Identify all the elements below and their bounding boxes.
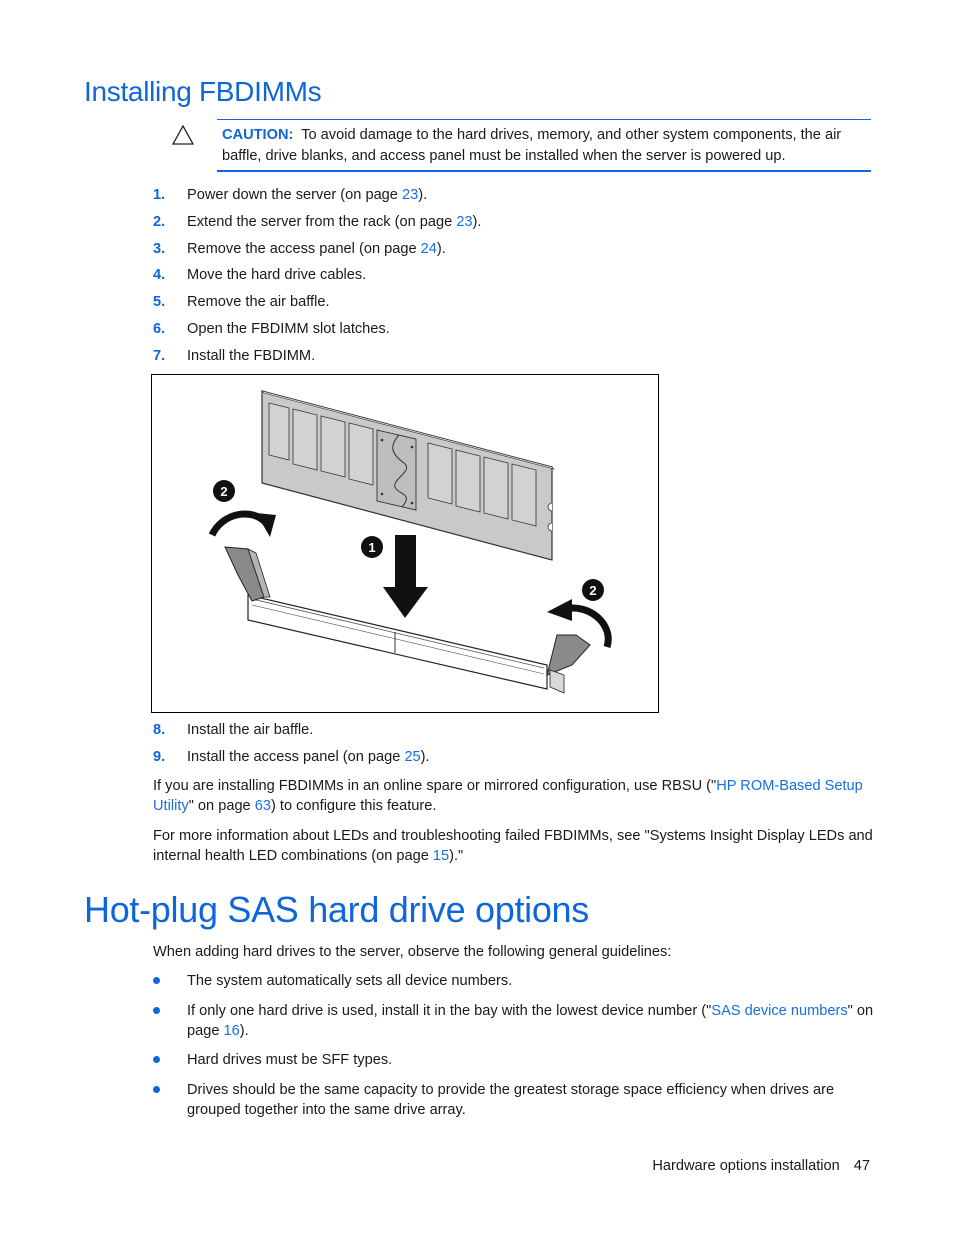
para-text: ).": [449, 848, 464, 864]
step-text: Extend the server from the rack (on page: [187, 214, 457, 230]
bullet-icon: [153, 1056, 160, 1063]
step-number: 2.: [153, 214, 166, 230]
page-number: 47: [853, 1158, 870, 1174]
step-text: Power down the server (on page: [187, 187, 402, 203]
step-text-end: ).: [472, 214, 482, 230]
arrow-head: [547, 599, 572, 621]
sas-device-numbers-link[interactable]: SAS device numbers: [711, 1003, 847, 1019]
arrow-head: [256, 513, 276, 537]
bullet-text: The system automatically sets all device…: [187, 973, 513, 989]
caution-message: To avoid damage to the hard drives, memo…: [222, 127, 842, 164]
fbdimm-install-figure: 1 2 2: [151, 374, 659, 713]
step-6: 6. Open the FBDIMM slot latches.: [153, 320, 390, 338]
caution-label: CAUTION:: [222, 127, 294, 143]
page-link-15[interactable]: 15: [433, 848, 449, 864]
step-3: 3. Remove the access panel (on page 24).: [153, 240, 446, 258]
callout-2-left: 2: [213, 480, 235, 502]
step-text: Install the FBDIMM.: [187, 348, 316, 364]
step-5: 5. Remove the air baffle.: [153, 293, 330, 311]
page-link-63[interactable]: 63: [255, 798, 271, 814]
para-text: ) to configure this feature.: [270, 798, 437, 814]
step-text: Remove the access panel (on page: [187, 241, 421, 257]
step-text: Install the air baffle.: [187, 722, 314, 738]
step-4: 4. Move the hard drive cables.: [153, 266, 366, 284]
section-title-hot-plug-sas: Hot-plug SAS hard drive options: [84, 889, 589, 930]
step-1: 1. Power down the server (on page 23).: [153, 186, 427, 204]
bullet-text: Drives should be the same capacity to pr…: [187, 1082, 835, 1118]
step-number: 9.: [153, 749, 166, 765]
step-7: 7. Install the FBDIMM.: [153, 347, 315, 365]
step-number: 3.: [153, 241, 166, 257]
bullet-text: Hard drives must be SFF types.: [187, 1052, 393, 1068]
svg-text:2: 2: [220, 484, 227, 499]
step-text: Remove the air baffle.: [187, 294, 330, 310]
page-link-24[interactable]: 24: [421, 241, 437, 257]
page-link-23[interactable]: 23: [402, 187, 418, 203]
bullet-text: If only one hard drive is used, install …: [187, 1001, 877, 1041]
step-9: 9. Install the access panel (on page 25).: [153, 748, 430, 766]
fbdimm-illustration: 1 2 2: [208, 390, 612, 694]
step-text-end: ).: [436, 241, 446, 257]
insert-arrow: [383, 535, 428, 618]
bullet-icon: [153, 1007, 160, 1014]
step-number: 8.: [153, 722, 166, 738]
step-text: Open the FBDIMM slot latches.: [187, 321, 390, 337]
rbsu-paragraph: If you are installing FBDIMMs in an onli…: [153, 776, 873, 816]
step-2: 2. Extend the server from the rack (on pa…: [153, 213, 481, 231]
section-title-installing-fbdimms: Installing FBDIMMs: [84, 76, 322, 107]
page-link-23[interactable]: 23: [456, 214, 472, 230]
svg-text:1: 1: [368, 540, 375, 555]
bullet-text-part: ).: [239, 1023, 249, 1039]
step-text-end: ).: [420, 749, 430, 765]
close-latch-arrow-left: [208, 510, 269, 537]
step-number: 5.: [153, 294, 166, 310]
callout-1: 1: [361, 536, 383, 558]
bullet-icon: [153, 1086, 160, 1093]
footer-chapter: Hardware options installation: [652, 1158, 840, 1174]
para-text: " on page: [188, 798, 255, 814]
page-link-25[interactable]: 25: [404, 749, 420, 765]
fbdimm-module: [261, 390, 555, 561]
caution-text-block: CAUTION: To avoid damage to the hard dri…: [222, 125, 870, 166]
step-text-end: ).: [418, 187, 428, 203]
step-number: 4.: [153, 267, 166, 283]
svg-text:2: 2: [589, 583, 596, 598]
sas-intro: When adding hard drives to the server, o…: [153, 944, 672, 960]
step-number: 7.: [153, 348, 166, 364]
page-footer: Hardware options installation 47: [652, 1158, 870, 1174]
para-text: For more information about LEDs and trou…: [153, 828, 873, 864]
para-text: If you are installing FBDIMMs in an onli…: [153, 778, 717, 794]
callout-2-right: 2: [582, 579, 604, 601]
step-text: Move the hard drive cables.: [187, 267, 367, 283]
step-8: 8. Install the air baffle.: [153, 721, 313, 739]
step-number: 6.: [153, 321, 166, 337]
caution-icon: [172, 125, 194, 145]
step-number: 1.: [153, 187, 166, 203]
step-text: Install the access panel (on page: [187, 749, 405, 765]
caution-box: CAUTION: To avoid damage to the hard dri…: [217, 119, 871, 172]
bullet-text-part: If only one hard drive is used, install …: [187, 1003, 712, 1019]
bullet-icon: [153, 977, 160, 984]
page-link-16[interactable]: 16: [224, 1023, 240, 1039]
leds-paragraph: For more information about LEDs and trou…: [153, 826, 873, 866]
